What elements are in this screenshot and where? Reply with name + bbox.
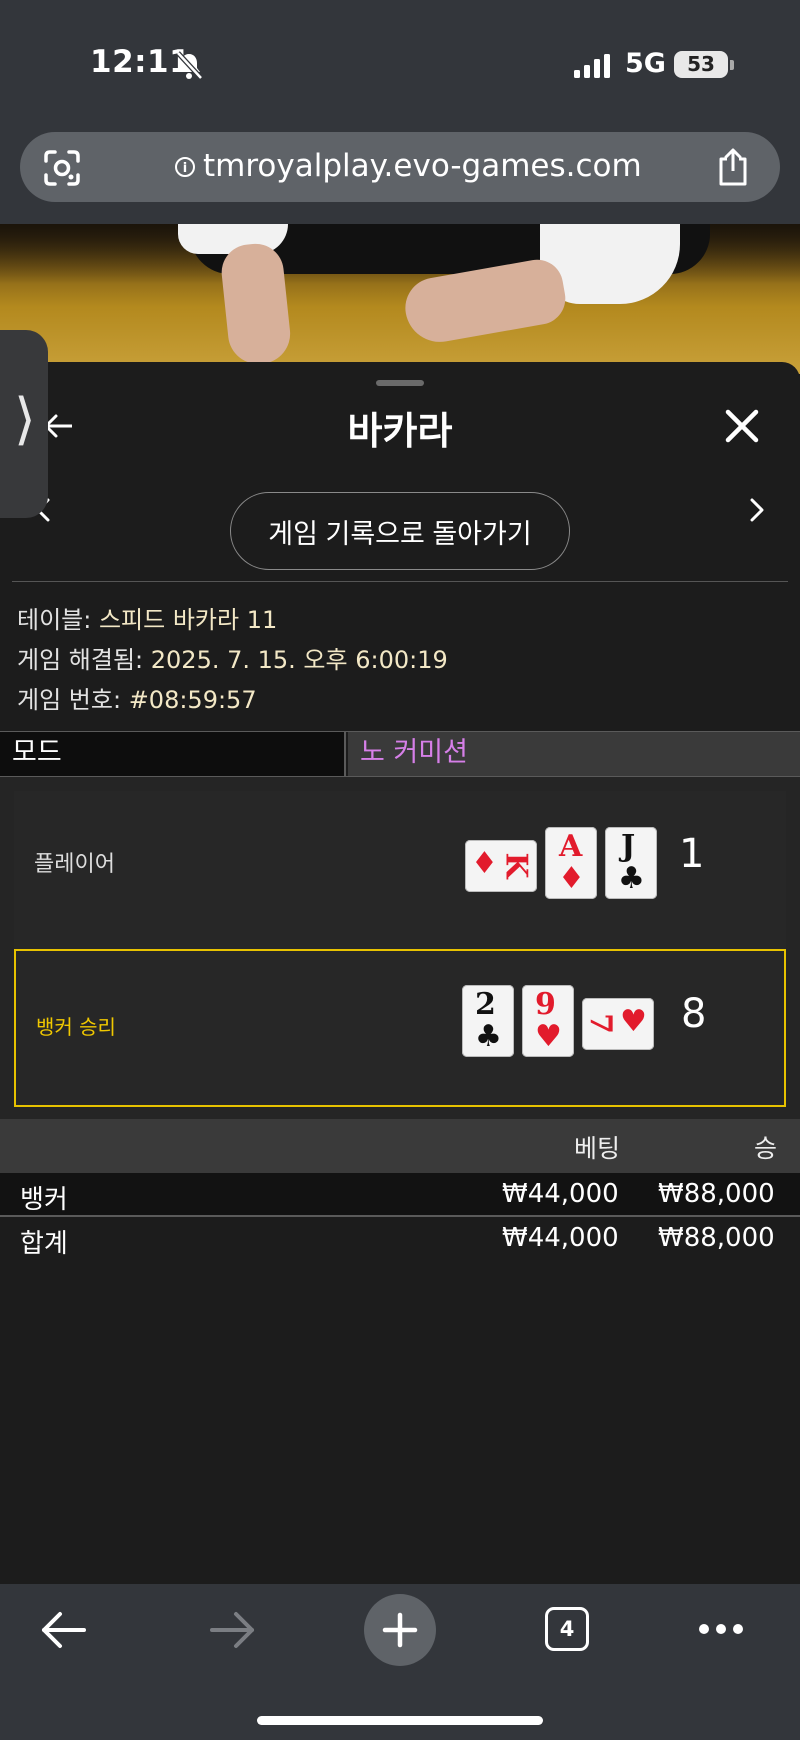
browser-bottom-toolbar: 4 bbox=[0, 1584, 800, 1740]
mode-value: 노 커미션 bbox=[348, 732, 800, 776]
table-row: 뱅커 ₩44,000 ₩88,000 bbox=[0, 1173, 800, 1217]
more-options-icon[interactable] bbox=[697, 1622, 745, 1636]
banker-card-2: 9 ♥ bbox=[522, 985, 574, 1057]
resolved-value: 2025. 7. 15. 오후 6:00:19 bbox=[150, 646, 448, 674]
back-to-history-button[interactable]: 게임 기록으로 돌아가기 bbox=[230, 492, 570, 570]
url-text[interactable]: tmroyalplay.evo-games.com bbox=[203, 148, 642, 184]
banker-card-3: 7 ♥ bbox=[582, 998, 654, 1050]
resolved-label: 게임 해결됨: bbox=[17, 646, 144, 674]
card-suit: ♦ bbox=[558, 861, 585, 896]
player-card-2: A ♦ bbox=[545, 827, 597, 899]
player-hand: 플레이어 ♦ K A ♦ J ♣ 1 bbox=[14, 791, 786, 949]
total-bet: ₩44,000 bbox=[502, 1223, 619, 1253]
side-panel-toggle[interactable]: ⟩ bbox=[0, 330, 48, 518]
divider bbox=[12, 581, 788, 582]
bet-amount: ₩44,000 bbox=[502, 1179, 619, 1209]
player-card-3: J ♣ bbox=[605, 827, 657, 899]
live-video-feed bbox=[0, 224, 800, 374]
card-rank: 2 bbox=[475, 987, 496, 1022]
card-rank: A bbox=[559, 829, 583, 864]
site-info-icon[interactable]: i bbox=[175, 157, 195, 177]
game-number-info: 게임 번호: #08:59:57 bbox=[17, 680, 257, 715]
share-icon[interactable] bbox=[715, 147, 751, 187]
banker-hand-label: 뱅커 승리 bbox=[36, 1015, 116, 1039]
new-tab-button[interactable] bbox=[364, 1594, 436, 1666]
hands-area: 플레이어 ♦ K A ♦ J ♣ 1 뱅커 승리 2 ♣ 9 ♥ 7 ♥ 8 bbox=[0, 777, 800, 1119]
bet-column-header: 베팅 bbox=[574, 1134, 621, 1163]
total-win: ₩88,000 bbox=[658, 1223, 775, 1253]
player-hand-label: 플레이어 bbox=[34, 852, 115, 877]
bell-muted-icon bbox=[176, 51, 203, 80]
browser-top-chrome: 12:11 5G 53 i tmroyalplay.evo-games.com bbox=[0, 0, 800, 224]
battery-tip bbox=[730, 60, 734, 70]
cellular-signal-icon bbox=[574, 54, 610, 78]
card-rank: 9 bbox=[535, 987, 556, 1022]
card-rank: J bbox=[621, 829, 636, 864]
banker-hand: 뱅커 승리 2 ♣ 9 ♥ 7 ♥ 8 bbox=[14, 949, 786, 1107]
forward-icon[interactable] bbox=[208, 1608, 258, 1652]
game-history-panel: 바카라 게임 기록으로 돌아가기 테이블: 스피드 바카라 11 게임 해결됨:… bbox=[0, 362, 800, 1584]
game-number-label: 게임 번호: bbox=[17, 686, 122, 714]
panel-title: 바카라 bbox=[347, 409, 453, 453]
total-label: 합계 bbox=[20, 1229, 68, 1259]
chevron-right-icon: ⟩ bbox=[14, 387, 36, 452]
win-column-header: 승 bbox=[754, 1134, 778, 1163]
player-card-1: ♦ K bbox=[465, 840, 537, 892]
plus-icon bbox=[382, 1612, 418, 1648]
resolved-info: 게임 해결됨: 2025. 7. 15. 오후 6:00:19 bbox=[17, 640, 448, 675]
total-row: 합계 ₩44,000 ₩88,000 bbox=[0, 1217, 800, 1259]
card-suit: ♥ bbox=[535, 1019, 562, 1054]
bets-table-header: 베팅 승 bbox=[0, 1119, 800, 1173]
tab-switcher-button[interactable]: 4 bbox=[545, 1607, 589, 1651]
card-suit: ♦ bbox=[471, 846, 498, 881]
battery-icon: 53 bbox=[674, 51, 728, 78]
back-icon[interactable] bbox=[38, 1608, 88, 1652]
table-label: 테이블: bbox=[17, 606, 92, 634]
card-suit: ♣ bbox=[618, 861, 645, 896]
mode-label: 모드 bbox=[0, 732, 346, 776]
banker-card-1: 2 ♣ bbox=[462, 985, 514, 1057]
bet-name: 뱅커 bbox=[20, 1185, 68, 1215]
game-number-value: #08:59:57 bbox=[128, 686, 257, 714]
lens-camera-icon[interactable] bbox=[42, 148, 82, 188]
next-game-chevron-icon[interactable] bbox=[742, 492, 770, 528]
player-score: 1 bbox=[679, 831, 705, 877]
card-suit: ♥ bbox=[620, 1004, 647, 1039]
card-suit: ♣ bbox=[475, 1019, 502, 1054]
table-info: 테이블: 스피드 바카라 11 bbox=[17, 600, 277, 635]
win-amount: ₩88,000 bbox=[658, 1179, 775, 1209]
network-type: 5G bbox=[625, 48, 666, 79]
table-value: 스피드 바카라 11 bbox=[98, 606, 278, 634]
close-icon[interactable] bbox=[724, 408, 760, 444]
card-rank: 7 bbox=[582, 1013, 618, 1034]
card-rank: K bbox=[498, 852, 534, 879]
url-bar[interactable]: i tmroyalplay.evo-games.com bbox=[20, 132, 780, 202]
drag-handle[interactable] bbox=[376, 380, 424, 386]
home-indicator[interactable] bbox=[257, 1716, 543, 1725]
mode-row: 모드 노 커미션 bbox=[0, 731, 800, 777]
banker-score: 8 bbox=[681, 991, 707, 1037]
